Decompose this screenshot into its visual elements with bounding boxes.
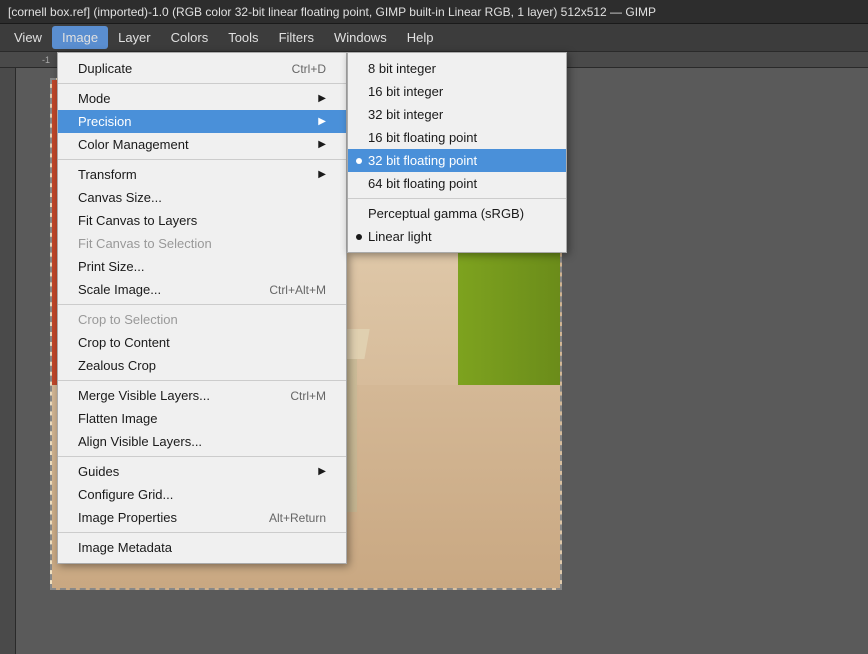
menu-canvas-size[interactable]: Canvas Size... (58, 186, 346, 209)
radio-dot-icon (356, 158, 362, 164)
menu-fit-canvas-selection: Fit Canvas to Selection (58, 232, 346, 255)
image-dropdown-menu: Duplicate Ctrl+D Mode ▶ Precision ▶ Colo… (57, 52, 347, 564)
menu-tools[interactable]: Tools (218, 26, 268, 49)
menu-print-size[interactable]: Print Size... (58, 255, 346, 278)
menu-perceptual-gamma[interactable]: Perceptual gamma (sRGB) (348, 202, 566, 225)
menu-color-management[interactable]: Color Management ▶ (58, 133, 346, 156)
menu-layer[interactable]: Layer (108, 26, 161, 49)
menu-duplicate[interactable]: Duplicate Ctrl+D (58, 57, 346, 80)
menu-16bit-int[interactable]: 16 bit integer (348, 80, 566, 103)
separator (58, 380, 346, 381)
separator (58, 159, 346, 160)
menu-flatten-image[interactable]: Flatten Image (58, 407, 346, 430)
menu-image-properties[interactable]: Image Properties Alt+Return (58, 506, 346, 529)
menu-merge-visible[interactable]: Merge Visible Layers... Ctrl+M (58, 384, 346, 407)
menu-mode[interactable]: Mode ▶ (58, 87, 346, 110)
menu-guides[interactable]: Guides ▶ (58, 460, 346, 483)
menu-32bit-int[interactable]: 32 bit integer (348, 103, 566, 126)
separator (58, 304, 346, 305)
menu-transform[interactable]: Transform ▶ (58, 163, 346, 186)
menu-help[interactable]: Help (397, 26, 444, 49)
menu-fit-canvas-layers[interactable]: Fit Canvas to Layers (58, 209, 346, 232)
menu-zealous-crop[interactable]: Zealous Crop (58, 354, 346, 377)
ruler-vertical (0, 68, 16, 654)
menu-32bit-float[interactable]: 32 bit floating point (348, 149, 566, 172)
title-text: [cornell box.ref] (imported)-1.0 (RGB co… (8, 5, 656, 19)
menu-scale-image[interactable]: Scale Image... Ctrl+Alt+M (58, 278, 346, 301)
menu-bar: View Image Layer Colors Tools Filters Wi… (0, 24, 868, 52)
menu-crop-selection: Crop to Selection (58, 308, 346, 331)
menu-view[interactable]: View (4, 26, 52, 49)
menu-image-metadata[interactable]: Image Metadata (58, 536, 346, 559)
menu-crop-content[interactable]: Crop to Content (58, 331, 346, 354)
precision-submenu: 8 bit integer 16 bit integer 32 bit inte… (347, 52, 567, 253)
menu-64bit-float[interactable]: 64 bit floating point (348, 172, 566, 195)
menu-16bit-float[interactable]: 16 bit floating point (348, 126, 566, 149)
radio-dot-icon (356, 234, 362, 240)
menu-colors[interactable]: Colors (161, 26, 219, 49)
menu-8bit-int[interactable]: 8 bit integer (348, 57, 566, 80)
menu-image[interactable]: Image (52, 26, 108, 49)
menu-filters[interactable]: Filters (269, 26, 324, 49)
menu-precision[interactable]: Precision ▶ (58, 110, 346, 133)
separator (58, 456, 346, 457)
ruler-mark: -1 (42, 55, 50, 65)
menu-configure-grid[interactable]: Configure Grid... (58, 483, 346, 506)
menu-linear-light[interactable]: Linear light (348, 225, 566, 248)
separator (58, 532, 346, 533)
separator (348, 198, 566, 199)
menu-align-visible[interactable]: Align Visible Layers... (58, 430, 346, 453)
menu-windows[interactable]: Windows (324, 26, 397, 49)
title-bar: [cornell box.ref] (imported)-1.0 (RGB co… (0, 0, 868, 24)
separator (58, 83, 346, 84)
